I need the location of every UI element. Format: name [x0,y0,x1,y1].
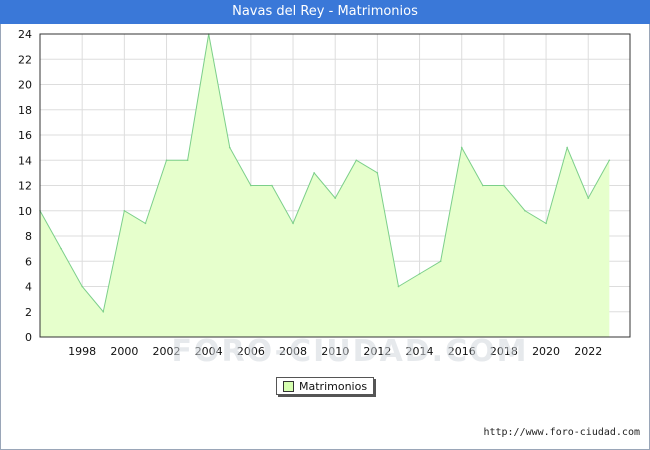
data-point [503,184,505,187]
y-tick-label: 12 [18,180,32,193]
y-tick-label: 4 [25,281,32,294]
y-tick-label: 18 [18,104,32,117]
x-tick-label: 1998 [68,345,96,358]
data-point [460,146,463,149]
legend-label: Matrimonios [299,379,368,393]
data-point [587,197,590,199]
data-point [355,159,358,162]
data-point [524,209,526,212]
data-point [313,172,315,174]
y-tick-label: 0 [25,331,32,344]
legend: Matrimonios [276,377,374,395]
data-point [334,197,337,199]
x-tick-label: 2014 [406,345,434,358]
y-tick-label: 8 [25,230,32,243]
y-tick-label: 2 [25,306,32,319]
data-point [376,172,379,174]
data-point [271,184,273,187]
y-tick-label: 24 [18,28,32,41]
data-point [81,285,83,288]
x-tick-label: 2012 [363,345,391,358]
y-tick-label: 16 [18,129,32,142]
x-tick-label: 2020 [532,345,560,358]
y-tick-label: 22 [18,53,32,66]
data-point [250,184,252,187]
data-point [545,222,547,225]
x-tick-label: 2008 [279,345,307,358]
y-tick-label: 20 [18,79,32,92]
data-point [292,222,294,225]
y-tick-label: 14 [18,154,32,167]
footer-url[interactable]: http://www.foro-ciudad.com [483,427,640,438]
x-tick-label: 2004 [195,345,223,358]
x-tick-label: 2018 [490,345,518,358]
data-point [144,222,147,225]
x-tick-label: 2000 [110,345,138,358]
data-point [482,184,484,187]
data-point [165,159,168,162]
x-tick-label: 2016 [448,345,476,358]
legend-swatch [283,380,294,392]
data-point [608,159,611,162]
data-point [186,159,189,162]
data-point [418,273,421,275]
x-tick-label: 2006 [237,345,265,358]
y-tick-label: 10 [18,205,32,218]
data-point [60,247,62,250]
y-tick-label: 6 [25,255,32,268]
data-point [439,260,442,263]
data-point [566,146,568,149]
x-tick-label: 2002 [153,345,181,358]
data-point [102,310,105,313]
x-tick-label: 2010 [321,345,349,358]
x-tick-label: 2022 [574,345,602,358]
data-point [228,146,231,149]
data-point [123,209,126,212]
data-point [397,285,400,288]
